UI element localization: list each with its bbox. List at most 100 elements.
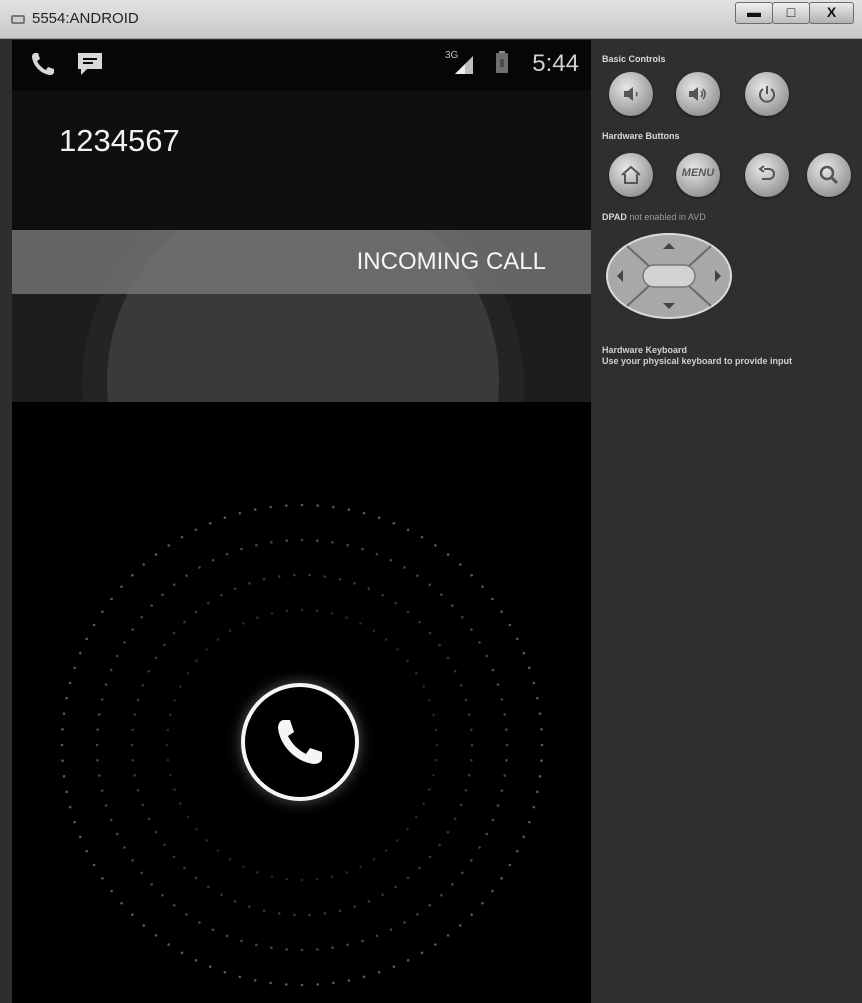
network-type-text: 3G — [445, 50, 459, 61]
emulator-app-icon — [11, 15, 25, 24]
glow-dot — [361, 939, 364, 943]
glow-dot — [372, 629, 376, 632]
glow-dot — [505, 743, 509, 747]
close-icon: X — [826, 4, 837, 20]
glow-dot — [101, 877, 104, 880]
glow-dot — [330, 875, 334, 878]
back-button[interactable] — [745, 153, 789, 197]
glow-dot — [194, 528, 198, 532]
glow-dot — [508, 863, 512, 867]
dpad-control[interactable] — [605, 232, 733, 320]
glow-dot — [434, 544, 437, 547]
glow-dot — [269, 981, 272, 985]
glow-dot — [233, 587, 237, 590]
glow-dot — [225, 934, 229, 938]
glow-dot — [527, 820, 531, 824]
glow-dot — [331, 540, 334, 544]
glow-dot — [136, 788, 140, 792]
glow-dot — [481, 585, 484, 589]
glow-dot — [253, 508, 257, 511]
minimize-button[interactable]: ▬ — [735, 2, 773, 24]
glow-dot — [406, 876, 410, 880]
glow-dot — [532, 681, 536, 685]
hardware-keyboard-title: Hardware Keyboard — [602, 345, 688, 355]
glow-dot — [406, 610, 410, 614]
glow-dot — [172, 631, 176, 635]
glow-dot — [104, 804, 108, 807]
glow-dot — [500, 698, 504, 701]
glow-dot — [372, 858, 376, 861]
glow-dot — [194, 958, 198, 962]
glow-dot — [142, 924, 146, 927]
glow-dot — [540, 728, 543, 731]
glow-dot — [515, 849, 519, 853]
glow-dot — [470, 913, 474, 917]
glow-dot — [453, 669, 457, 673]
power-button[interactable] — [745, 72, 789, 116]
glow-dot — [240, 939, 243, 943]
glow-dot — [435, 743, 439, 747]
glow-dot — [100, 698, 104, 701]
glow-dot — [338, 909, 342, 913]
title-bar: 5554:ANDROID ▬ □ X — [0, 0, 862, 39]
glow-dot — [96, 728, 99, 731]
glow-dot — [478, 846, 481, 849]
volume-down-button[interactable] — [609, 72, 653, 116]
glow-dot — [142, 563, 146, 566]
glow-dot — [167, 544, 170, 547]
glow-dot — [78, 835, 82, 839]
volume-up-icon — [689, 87, 706, 101]
glow-dot — [131, 859, 134, 862]
menu-button[interactable]: MENU — [676, 153, 720, 197]
glow-dot — [478, 641, 481, 644]
glow-dot — [262, 909, 266, 913]
glow-dot — [300, 503, 304, 507]
glow-dot — [186, 671, 189, 675]
glow-dot — [172, 855, 176, 859]
incoming-call-banner: INCOMING CALL — [12, 230, 591, 294]
glow-dot — [496, 804, 500, 807]
basic-controls-label: Basic Controls — [602, 54, 666, 64]
glow-dot — [163, 643, 166, 647]
glow-dot — [375, 552, 379, 556]
glow-dot — [428, 903, 432, 907]
glow-dot — [359, 865, 362, 868]
glow-dot — [418, 620, 421, 624]
glow-dot — [460, 615, 464, 619]
glow-dot — [255, 943, 258, 947]
glow-dot — [316, 948, 319, 951]
glow-dot — [256, 616, 259, 619]
glow-dot — [270, 875, 274, 878]
glow-dot — [440, 593, 443, 597]
search-button[interactable] — [807, 153, 851, 197]
home-button[interactable] — [609, 153, 653, 197]
glow-dot — [136, 698, 140, 702]
glow-dot — [85, 849, 89, 853]
dpad-center — [642, 264, 696, 288]
glow-dot — [428, 788, 431, 791]
close-button[interactable]: X — [809, 2, 854, 24]
glow-dot — [166, 758, 170, 762]
hardware-keyboard-note: Hardware Keyboard Use your physical keyb… — [602, 345, 792, 367]
glow-dot — [97, 774, 101, 777]
glow-dot — [172, 903, 176, 907]
glow-dot — [133, 713, 137, 716]
status-clock: 5:44 — [532, 50, 579, 77]
maximize-button[interactable]: □ — [772, 2, 810, 24]
answer-call-button[interactable] — [241, 683, 359, 801]
glow-dot — [140, 871, 144, 875]
glow-dot — [361, 547, 364, 551]
volume-up-button[interactable] — [676, 72, 720, 116]
glow-dot — [316, 504, 319, 507]
glow-dot — [540, 743, 544, 747]
glow-dot — [130, 743, 134, 747]
glow-dot — [389, 559, 393, 562]
glow-dot — [180, 535, 184, 539]
glow-dot — [347, 508, 351, 511]
glow-dot — [500, 789, 504, 792]
glow-dot — [173, 788, 176, 791]
glow-dot — [220, 593, 223, 597]
glow-dot — [161, 893, 164, 897]
glow-dot — [154, 656, 158, 660]
glow-dot — [116, 832, 119, 836]
